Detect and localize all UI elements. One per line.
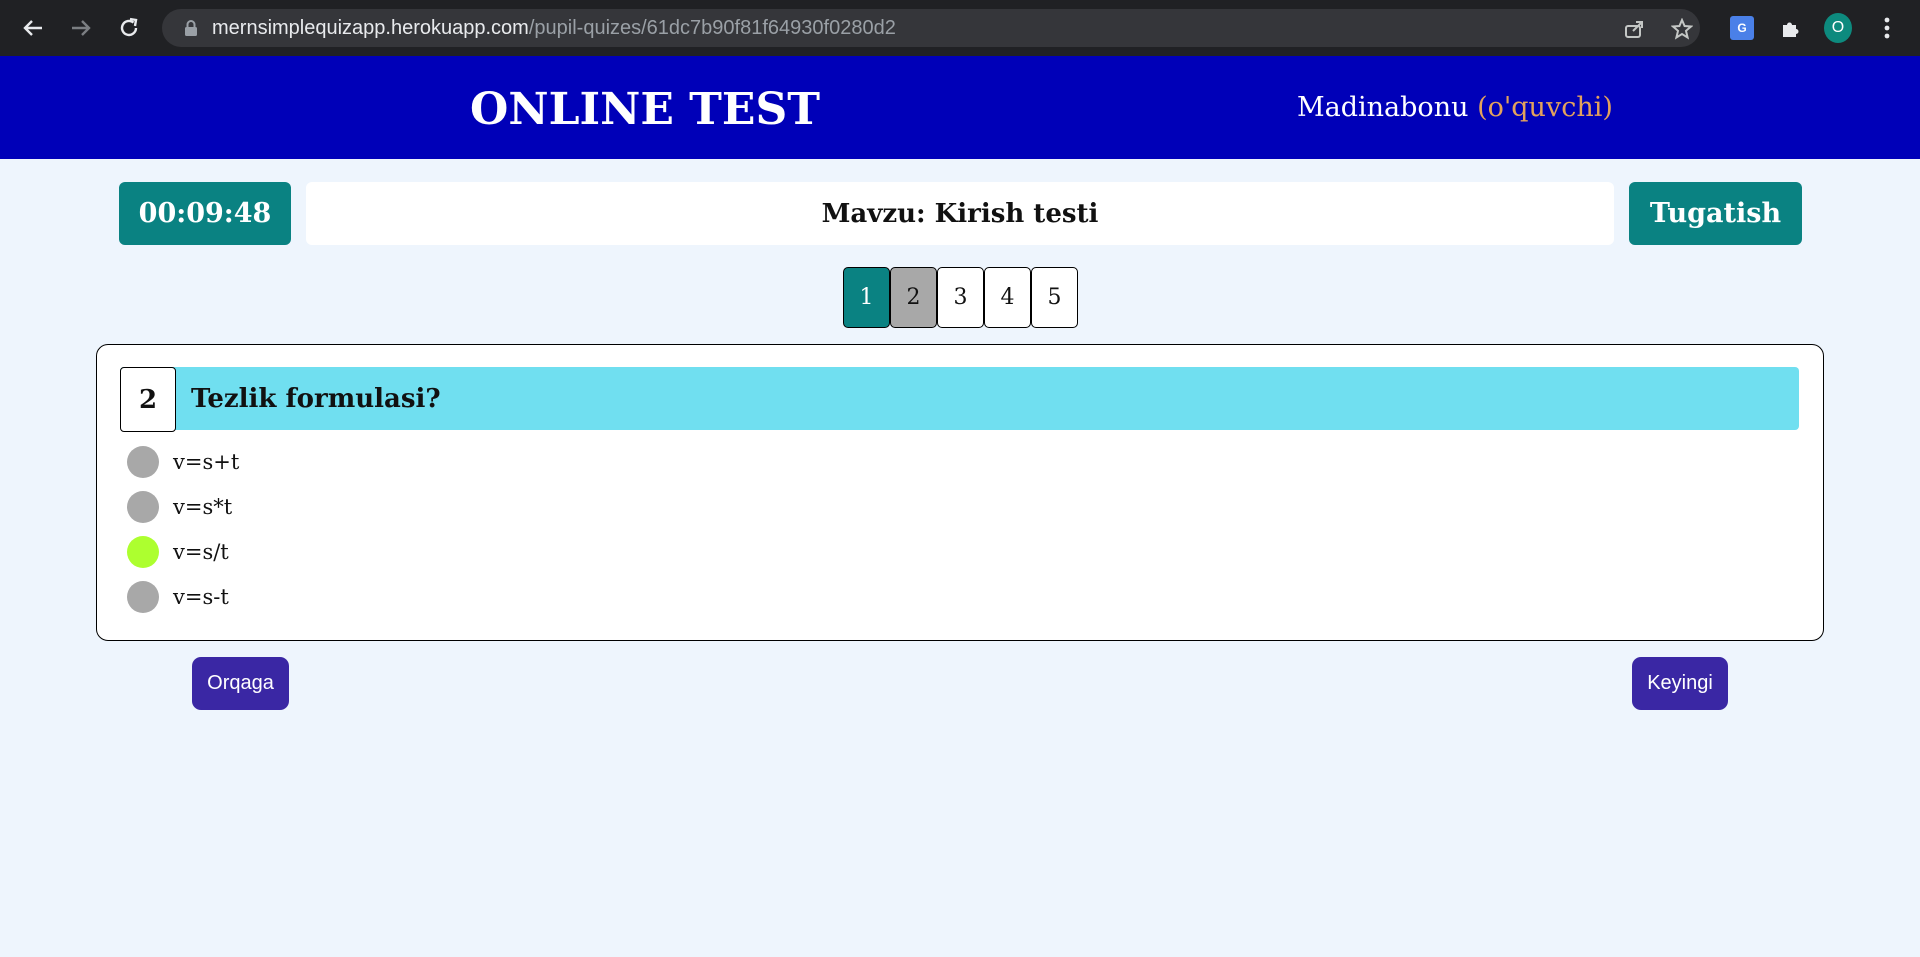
browser-menu-icon[interactable] (1873, 14, 1901, 42)
question-text: Tezlik formulasi? (191, 384, 441, 414)
back-button[interactable]: Orqaga (192, 657, 289, 710)
answer-option-selected[interactable]: v=s/t (127, 535, 229, 569)
forward-arrow-icon[interactable] (63, 10, 99, 46)
question-card: 2 Tezlik formulasi? v=s+t v=s*t v=s/t v=… (96, 344, 1824, 641)
browser-toolbar: mernsimplequizapp.herokuapp.com/pupil-qu… (0, 0, 1920, 56)
reload-icon[interactable] (111, 10, 147, 46)
translate-extension-icon[interactable]: G (1728, 14, 1756, 42)
back-arrow-icon[interactable] (15, 10, 51, 46)
option-label: v=s/t (173, 540, 229, 564)
question-pagination: 1 2 3 4 5 (843, 267, 1078, 328)
page-button-3[interactable]: 3 (937, 267, 984, 328)
user-info: Madinabonu (o'quvchi) (1297, 92, 1613, 123)
url-path: /pupil-quizes/61dc7b90f81f64930f0280d2 (528, 17, 896, 39)
url-text: mernsimplequizapp.herokuapp.com/pupil-qu… (212, 17, 896, 40)
answer-option[interactable]: v=s*t (127, 490, 232, 524)
radio-button[interactable] (127, 446, 159, 478)
countdown-timer: 00:09:48 (119, 182, 291, 245)
option-label: v=s-t (173, 585, 229, 609)
page-button-4[interactable]: 4 (984, 267, 1031, 328)
option-label: v=s+t (173, 450, 240, 474)
bookmark-star-icon[interactable] (1670, 17, 1694, 41)
page-button-5[interactable]: 5 (1031, 267, 1078, 328)
user-name: Madinabonu (1297, 92, 1469, 123)
radio-button[interactable] (127, 581, 159, 613)
page-button-1[interactable]: 1 (843, 267, 890, 328)
url-host: mernsimplequizapp.herokuapp.com (212, 17, 529, 39)
answer-option[interactable]: v=s+t (127, 445, 239, 479)
radio-button-selected[interactable] (127, 536, 159, 568)
page-button-2[interactable]: 2 (890, 267, 937, 328)
option-label: v=s*t (173, 495, 233, 519)
extensions-puzzle-icon[interactable] (1777, 14, 1805, 42)
radio-button[interactable] (127, 491, 159, 523)
translate-badge: G (1730, 16, 1754, 40)
profile-avatar[interactable]: O (1824, 13, 1852, 43)
question-number: 2 (120, 367, 176, 432)
topic-title: Mavzu: Kirish testi (306, 182, 1614, 245)
lock-icon (184, 20, 198, 40)
share-icon[interactable] (1622, 17, 1646, 41)
next-button[interactable]: Keyingi (1632, 657, 1728, 710)
app-header: ONLINE TEST Madinabonu (o'quvchi) (0, 56, 1920, 159)
answer-option[interactable]: v=s-t (127, 580, 229, 614)
finish-button[interactable]: Tugatish (1629, 182, 1802, 245)
user-role: (o'quvchi) (1477, 92, 1613, 123)
profile-initial: O (1824, 13, 1852, 43)
address-bar[interactable]: mernsimplequizapp.herokuapp.com/pupil-qu… (162, 9, 1700, 47)
app-title: ONLINE TEST (470, 84, 820, 135)
